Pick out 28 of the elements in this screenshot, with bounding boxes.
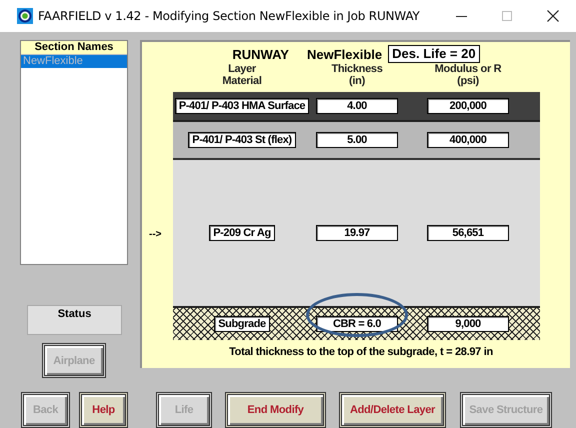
thickness-field[interactable]: 5.00 [316,132,398,148]
column-header: Modulus or R (psi) [434,63,502,89]
modulus-field[interactable]: 9,000 [427,316,509,332]
thickness-field[interactable]: 19.97 [316,225,398,241]
material-field[interactable]: Subgrade [214,316,270,332]
modulus-field[interactable]: 400,000 [427,132,509,148]
modulus-field[interactable]: 200,000 [427,98,509,114]
material-field[interactable]: P-401/ P-403 HMA Surface [174,98,310,114]
close-icon[interactable] [547,10,559,22]
window-title: FAARFIELD v 1.42 - Modifying Section NewFlexible in Job RUNWAY [38,9,421,23]
add-delete-layer-button[interactable]: Add/Delete Layer [339,392,446,428]
modulus-field[interactable]: 56,651 [427,225,509,241]
app-icon [17,8,33,24]
material-field[interactable]: P-401/ P-403 St (flex) [188,132,296,148]
current-layer-arrow: --> [149,228,162,240]
end-modify-button[interactable]: End Modify [225,392,326,428]
thickness-field[interactable]: 4.00 [316,98,398,114]
list-header: Section Names [21,41,127,55]
thickness-field[interactable]: CBR = 6.0 [316,316,398,332]
section-name: NewFlexible [306,46,382,62]
total-thickness: Total thickness to the top of the subgrade, t = 28.97 in [228,346,494,358]
help-button[interactable]: Help [79,392,128,428]
material-field[interactable]: P-209 Cr Ag [209,225,275,241]
job-name: RUNWAY [232,46,289,62]
column-header: Thickness (in) [330,63,384,89]
status-panel: Status [27,305,122,335]
design-life-field: Des. Life = 20 [388,45,480,63]
column-header: Layer Material [221,63,263,89]
